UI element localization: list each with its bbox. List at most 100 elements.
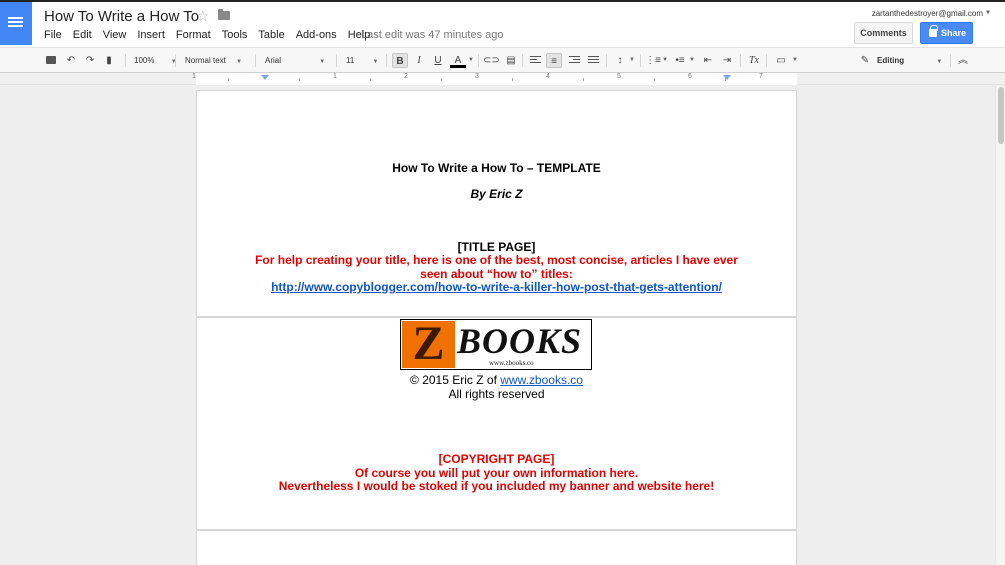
doc-title-line[interactable]: How To Write a How To – TEMPLATE xyxy=(197,161,796,175)
toolbar-divider xyxy=(478,54,479,67)
menu-addons[interactable]: Add-ons xyxy=(296,29,337,41)
copyright-line[interactable]: © 2015 Eric Z of www.zbooks.co xyxy=(197,373,796,387)
print-icon[interactable] xyxy=(46,56,56,64)
chevron-down-icon: ▼ xyxy=(372,59,379,65)
italic-button[interactable]: I xyxy=(411,53,427,68)
ruler-tick xyxy=(228,78,229,81)
menu-edit[interactable]: Edit xyxy=(73,29,92,41)
share-button[interactable]: Share xyxy=(920,22,973,44)
decrease-indent-icon[interactable]: ⇤ xyxy=(700,53,716,68)
line-spacing-icon[interactable]: ↕ xyxy=(612,53,628,68)
paint-format-icon[interactable]: ▮ xyxy=(101,53,117,68)
chevron-down-icon: ▼ xyxy=(936,59,943,65)
editing-mode-value: Editing xyxy=(877,56,905,65)
zoom-select[interactable]: 100% ▼ xyxy=(134,48,177,73)
last-edit-status[interactable]: Last edit was 47 minutes ago xyxy=(361,29,503,41)
left-indent-handle[interactable] xyxy=(261,75,269,80)
menu-file[interactable]: File xyxy=(44,29,62,41)
zbooks-logo-letter: Z xyxy=(402,320,455,368)
ruler-tick xyxy=(370,78,371,81)
toolbar-divider xyxy=(640,54,641,67)
toolbar-divider xyxy=(606,54,607,67)
help-link[interactable]: http://www.copyblogger.com/how-to-write-… xyxy=(197,280,796,294)
style-value: Normal text xyxy=(185,56,226,65)
folder-icon[interactable] xyxy=(218,9,230,20)
justify-icon[interactable] xyxy=(588,56,599,65)
redo-icon[interactable]: ↷ xyxy=(82,53,98,68)
menu-view[interactable]: View xyxy=(103,29,127,41)
help-text[interactable]: For help creating your title, here is on… xyxy=(197,253,796,267)
pencil-icon: ✎ xyxy=(860,55,870,66)
scrollbar-thumb[interactable] xyxy=(998,87,1004,144)
clear-formatting-button[interactable]: Tx xyxy=(746,53,762,68)
menu-format[interactable]: Format xyxy=(176,29,211,41)
chevron-down-icon[interactable]: ▼ xyxy=(689,57,695,63)
chevron-down-icon[interactable]: ▼ xyxy=(629,57,635,63)
section-heading[interactable]: [TITLE PAGE] xyxy=(197,240,796,254)
zbooks-logo-url: www.zbooks.co xyxy=(489,359,534,367)
editing-mode-select[interactable]: Editing ▼ xyxy=(877,48,942,73)
document-page[interactable]: How To Write a How To – TEMPLATE By Eric… xyxy=(196,90,797,317)
font-size-value: 11 xyxy=(346,56,355,65)
chevron-down-icon[interactable]: ▼ xyxy=(468,57,474,63)
menu-table[interactable]: Table xyxy=(258,29,284,41)
document-canvas[interactable]: How To Write a How To – TEMPLATE By Eric… xyxy=(0,86,995,565)
document-page[interactable] xyxy=(196,530,797,565)
align-right-icon[interactable] xyxy=(569,56,580,65)
ruler-number: 3 xyxy=(475,73,479,80)
ruler-number: 7 xyxy=(759,73,763,80)
note-text[interactable]: Of course you will put your own informat… xyxy=(197,466,796,480)
font-value: Arial xyxy=(265,56,282,65)
chevron-down-icon[interactable]: ▼ xyxy=(662,57,668,63)
chevron-down-icon: ▼ xyxy=(319,59,326,65)
comment-icon[interactable]: ▤ xyxy=(503,53,519,68)
comments-button[interactable]: Comments xyxy=(854,22,913,44)
collapse-icon[interactable]: ︽ xyxy=(955,53,971,68)
bulleted-list-icon[interactable]: •≡ xyxy=(672,53,688,68)
toolbar-divider xyxy=(386,54,387,67)
right-indent-handle[interactable] xyxy=(723,75,731,80)
font-size-select[interactable]: 11 ▼ xyxy=(346,48,379,73)
ruler-number: 1 xyxy=(333,73,337,80)
underline-button[interactable]: U xyxy=(430,53,446,68)
align-left-icon[interactable] xyxy=(530,56,541,65)
toolbar-divider xyxy=(336,54,337,67)
chevron-down-icon[interactable]: ▼ xyxy=(792,57,798,63)
account-email[interactable]: zartanthedestroyer@gmail.com xyxy=(872,9,983,18)
ruler-number: 2 xyxy=(404,73,408,80)
vertical-scrollbar[interactable] xyxy=(995,86,1005,565)
copyright-link[interactable]: www.zbooks.co xyxy=(500,373,583,387)
star-icon[interactable]: ☆ xyxy=(196,7,209,25)
rights-line[interactable]: All rights reserved xyxy=(197,387,796,401)
text-color-button[interactable]: A xyxy=(450,53,466,68)
account-chevron-down-icon[interactable]: ▼ xyxy=(985,10,991,16)
document-page[interactable]: Z BOOKS www.zbooks.co © 2015 Eric Z of w… xyxy=(196,317,797,530)
help-text[interactable]: seen about “how to” titles: xyxy=(197,267,796,281)
note-text[interactable]: Nevertheless I would be stoked if you in… xyxy=(197,479,796,493)
document-title[interactable]: How To Write a How To xyxy=(44,8,199,25)
ruler-tick xyxy=(583,78,584,81)
lock-icon xyxy=(929,25,938,37)
numbered-list-icon[interactable]: ⋮≡ xyxy=(645,53,661,68)
toolbar-divider xyxy=(740,54,741,67)
ruler-number: 1 xyxy=(192,73,196,80)
share-label: Share xyxy=(941,28,967,38)
toolbar-divider xyxy=(950,54,951,67)
ruler-number: 6 xyxy=(688,73,692,80)
link-icon[interactable]: ⊂⊃ xyxy=(483,53,500,68)
zbooks-logo-word: BOOKS xyxy=(457,321,583,361)
section-heading[interactable]: [COPYRIGHT PAGE] xyxy=(197,452,796,466)
menu-insert[interactable]: Insert xyxy=(137,29,165,41)
docs-home-icon[interactable] xyxy=(0,2,32,45)
font-select[interactable]: Arial ▼ xyxy=(265,48,325,73)
chevron-down-icon: ▼ xyxy=(236,59,243,65)
input-tools-icon[interactable]: ▭ xyxy=(773,53,789,68)
align-center-icon[interactable]: ≡ xyxy=(546,53,562,68)
byline[interactable]: By Eric Z xyxy=(197,187,796,201)
menu-tools[interactable]: Tools xyxy=(222,29,248,41)
zbooks-banner-image[interactable]: Z BOOKS www.zbooks.co xyxy=(400,319,592,370)
bold-button[interactable]: B xyxy=(392,53,408,68)
style-select[interactable]: Normal text ▼ xyxy=(185,48,242,73)
increase-indent-icon[interactable]: ⇥ xyxy=(719,53,735,68)
undo-icon[interactable]: ↶ xyxy=(63,53,79,68)
